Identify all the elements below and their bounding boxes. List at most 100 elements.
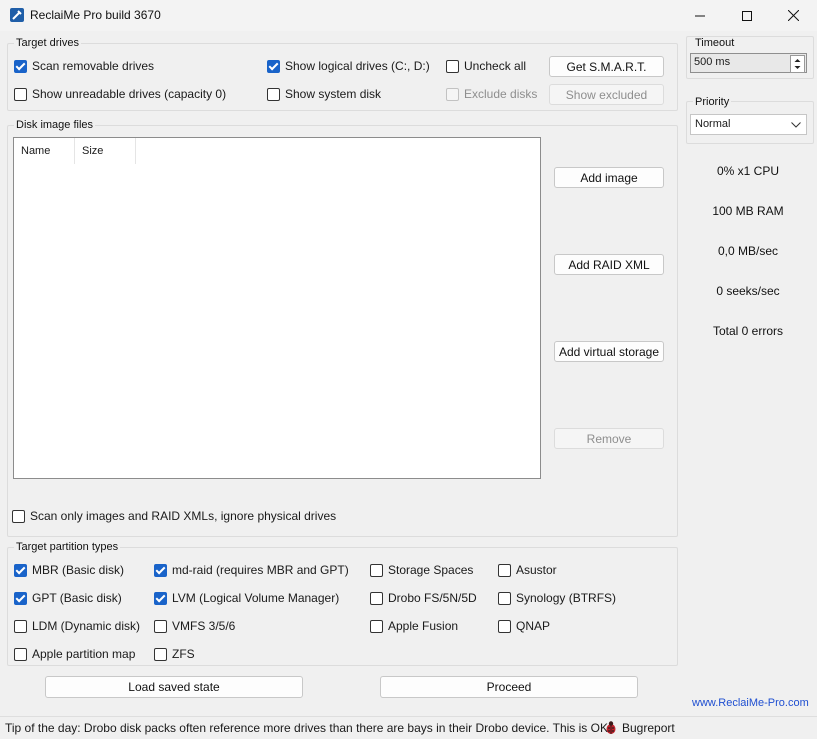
remove-button[interactable]: Remove	[554, 428, 664, 449]
scan-removable-label: Scan removable drives	[32, 59, 155, 73]
exclude-disks-checkbox[interactable]: Exclude disks	[446, 87, 537, 101]
chevron-down-icon	[791, 122, 801, 128]
status-bar: Tip of the day: Drobo disk packs often r…	[0, 716, 817, 739]
checkbox-unchecked	[14, 647, 27, 661]
scan-removable-checkbox[interactable]: Scan removable drives	[14, 59, 154, 73]
partition-type-label: VMFS 3/5/6	[172, 619, 236, 633]
partition-type-checkbox[interactable]: Synology (BTRFS)	[498, 591, 616, 605]
priority-label: Priority	[693, 96, 732, 108]
exclude-disks-label: Exclude disks	[464, 87, 538, 101]
show-logical-checkbox[interactable]: Show logical drives (C:, D:)	[267, 59, 430, 73]
partition-type-checkbox[interactable]: MBR (Basic disk)	[14, 563, 124, 577]
partition-type-checkbox[interactable]: QNAP	[498, 619, 550, 633]
bug-icon	[604, 720, 618, 738]
partition-type-label: Drobo FS/5N/5D	[388, 591, 477, 605]
partition-type-checkbox[interactable]: Drobo FS/5N/5D	[370, 591, 477, 605]
disk-image-list[interactable]: Name Size	[13, 137, 541, 479]
checkbox-unchecked	[498, 591, 511, 605]
close-icon	[787, 10, 799, 21]
checkbox-unchecked	[154, 619, 167, 633]
partition-type-label: Synology (BTRFS)	[516, 591, 617, 605]
checkbox-unchecked	[446, 59, 459, 73]
spin-arrows-icon	[794, 59, 801, 69]
partition-type-label: Apple partition map	[32, 647, 136, 661]
priority-select[interactable]: Normal	[690, 114, 807, 135]
partition-type-checkbox[interactable]: Asustor	[498, 563, 557, 577]
checkbox-disabled	[446, 87, 459, 101]
partition-type-checkbox[interactable]: md-raid (requires MBR and GPT)	[154, 563, 349, 577]
cpu-usage: 0% x1 CPU	[716, 164, 780, 178]
checkbox-unchecked	[498, 619, 511, 633]
scan-only-images-checkbox[interactable]: Scan only images and RAID XMLs, ignore p…	[12, 509, 336, 523]
partition-type-label: LDM (Dynamic disk)	[32, 619, 141, 633]
checkbox-checked	[14, 591, 27, 605]
show-unreadable-label: Show unreadable drives (capacity 0)	[32, 87, 227, 101]
timeout-label: Timeout	[693, 37, 737, 49]
add-image-button[interactable]: Add image	[554, 167, 664, 188]
show-system-disk-checkbox[interactable]: Show system disk	[267, 87, 381, 101]
spin-buttons[interactable]	[790, 55, 805, 73]
get-smart-button[interactable]: Get S.M.A.R.T.	[549, 56, 664, 77]
partition-type-checkbox[interactable]: LVM (Logical Volume Manager)	[154, 591, 339, 605]
column-header-size[interactable]: Size	[75, 138, 136, 164]
uncheck-all-label: Uncheck all	[464, 59, 527, 73]
website-link[interactable]: www.ReclaiMe-Pro.com	[692, 697, 809, 709]
checkbox-unchecked	[370, 591, 383, 605]
partition-type-checkbox[interactable]: Storage Spaces	[370, 563, 473, 577]
partition-type-label: md-raid (requires MBR and GPT)	[172, 563, 349, 577]
maximize-icon	[742, 10, 752, 21]
show-logical-label: Show logical drives (C:, D:)	[285, 59, 430, 73]
load-saved-state-button[interactable]: Load saved state	[45, 676, 303, 698]
uncheck-all-checkbox[interactable]: Uncheck all	[446, 59, 526, 73]
partition-type-label: Asustor	[516, 563, 557, 577]
checkbox-checked	[154, 591, 167, 605]
partition-type-label: GPT (Basic disk)	[32, 591, 122, 605]
ram-usage: 100 MB RAM	[712, 204, 784, 218]
partition-type-checkbox[interactable]: Apple partition map	[14, 647, 135, 661]
checkbox-unchecked	[14, 619, 27, 633]
checkbox-checked	[14, 563, 27, 577]
partition-type-label: MBR (Basic disk)	[32, 563, 125, 577]
partition-type-checkbox[interactable]: GPT (Basic disk)	[14, 591, 122, 605]
checkbox-unchecked	[370, 619, 383, 633]
tip-of-the-day: Tip of the day: Drobo disk packs often r…	[5, 721, 612, 735]
window-title: ReclaiMe Pro build 3670	[30, 8, 161, 22]
target-drives-label: Target drives	[14, 37, 81, 49]
priority-value: Normal	[695, 118, 731, 130]
partition-type-checkbox[interactable]: LDM (Dynamic disk)	[14, 619, 140, 633]
partition-types-label: Target partition types	[14, 541, 121, 553]
scan-only-images-label: Scan only images and RAID XMLs, ignore p…	[30, 509, 337, 523]
checkbox-unchecked	[12, 509, 25, 523]
checkbox-unchecked	[267, 87, 280, 101]
partition-type-label: Apple Fusion	[388, 619, 459, 633]
minimize-button[interactable]	[677, 0, 723, 31]
add-raid-xml-button[interactable]: Add RAID XML	[554, 254, 664, 275]
column-header-name[interactable]: Name	[14, 138, 75, 164]
partition-type-checkbox[interactable]: Apple Fusion	[370, 619, 458, 633]
partition-type-label: ZFS	[172, 647, 195, 661]
minimize-icon	[695, 15, 705, 16]
partition-type-label: Storage Spaces	[388, 563, 474, 577]
app-icon	[10, 8, 24, 22]
disk-image-files-label: Disk image files	[14, 119, 96, 131]
partition-type-checkbox[interactable]: ZFS	[154, 647, 195, 661]
show-excluded-button[interactable]: Show excluded	[549, 84, 664, 105]
checkbox-checked	[154, 563, 167, 577]
timeout-value: 500 ms	[694, 56, 731, 68]
proceed-button[interactable]: Proceed	[380, 676, 638, 698]
timeout-spinbox[interactable]: 500 ms	[690, 53, 807, 73]
checkbox-unchecked	[14, 87, 27, 101]
error-count: Total 0 errors	[712, 324, 784, 338]
show-system-disk-label: Show system disk	[285, 87, 382, 101]
checkbox-checked	[267, 59, 280, 73]
checkbox-unchecked	[498, 563, 511, 577]
show-unreadable-checkbox[interactable]: Show unreadable drives (capacity 0)	[14, 87, 226, 101]
seeks-rate: 0 seeks/sec	[716, 284, 780, 298]
maximize-button[interactable]	[724, 0, 770, 31]
partition-type-checkbox[interactable]: VMFS 3/5/6	[154, 619, 235, 633]
bugreport-link[interactable]: Bugreport	[622, 721, 675, 735]
partition-type-label: QNAP	[516, 619, 551, 633]
add-virtual-storage-button[interactable]: Add virtual storage	[554, 341, 664, 362]
close-button[interactable]	[770, 0, 816, 31]
checkbox-unchecked	[154, 647, 167, 661]
